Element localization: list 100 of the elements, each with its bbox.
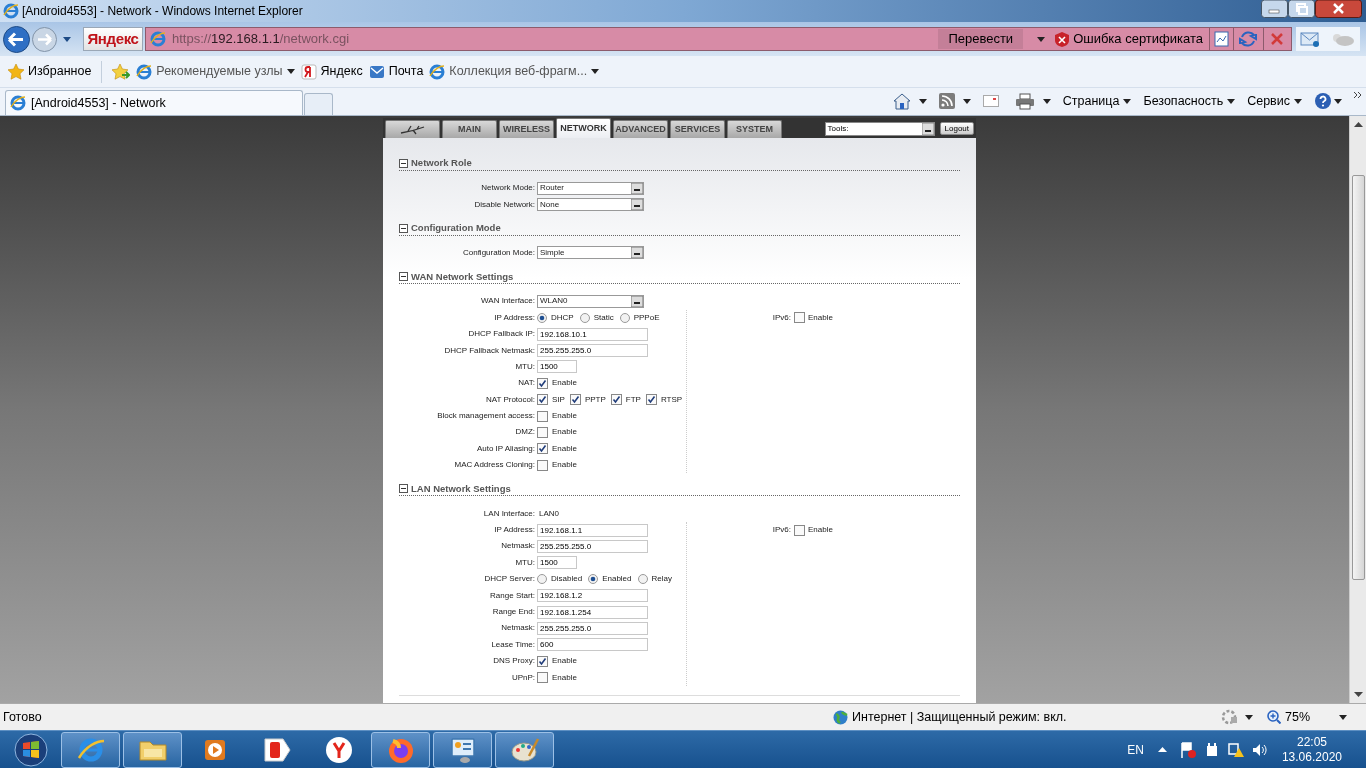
nav-tab[interactable]: MAIN <box>442 120 497 138</box>
checked-checkbox[interactable] <box>537 377 548 389</box>
field-label: Lease Time: <box>490 638 536 651</box>
scroll-thumb[interactable] <box>1351 175 1365 580</box>
checked-checkbox[interactable] <box>610 394 622 406</box>
zoom-button[interactable]: 75% <box>1267 707 1347 727</box>
favorites-item[interactable]: Рекомендуемые узлы <box>136 62 295 81</box>
caret-icon[interactable] <box>1037 36 1046 42</box>
caret-icon[interactable] <box>1339 714 1347 720</box>
caret-icon[interactable] <box>286 69 295 74</box>
certificate-error-link[interactable]: Ошибка сертификата <box>1073 29 1203 49</box>
radio-button[interactable] <box>637 574 648 585</box>
input-field[interactable]: 192.168.1.254 <box>537 605 648 619</box>
caret-icon[interactable] <box>63 36 71 42</box>
checkbox[interactable] <box>794 524 805 536</box>
input-field[interactable]: 255.255.255.0 <box>537 539 648 553</box>
checked-checkbox[interactable] <box>537 394 548 406</box>
select-field[interactable]: WLAN0 <box>537 294 644 308</box>
nav-tab[interactable]: SYSTEM <box>727 120 782 138</box>
chevron-icon[interactable] <box>1354 91 1362 99</box>
command-menu[interactable]: Страница <box>1062 91 1132 111</box>
caret-icon[interactable] <box>591 69 600 74</box>
address-field[interactable]: https://192.168.1.1/network.cgi Перевести Ошибка сертификата <box>145 27 1292 51</box>
checked-checkbox[interactable] <box>537 655 548 667</box>
favorites-item[interactable]: Почта <box>368 62 424 81</box>
add-favorite-icon[interactable] <box>112 63 131 80</box>
input-field[interactable]: 192.168.1.2 <box>537 589 648 603</box>
collapse-icon[interactable] <box>399 484 408 494</box>
radio-button[interactable] <box>579 312 590 323</box>
help-menu[interactable] <box>1314 92 1342 110</box>
input-field[interactable]: 1500 <box>537 556 577 570</box>
nav-tab[interactable]: ADVANCED <box>613 120 668 138</box>
favorites-item[interactable]: Яндекс <box>300 62 363 81</box>
scrollbar[interactable] <box>1349 116 1366 703</box>
caret-icon[interactable] <box>1294 98 1302 104</box>
search-engine-button[interactable]: Яндекс <box>83 27 143 51</box>
network-warning-icon[interactable] <box>1227 741 1244 758</box>
input-field[interactable]: 255.255.255.0 <box>537 344 648 358</box>
caret-icon[interactable] <box>1123 98 1132 104</box>
maximize-icon[interactable] <box>1288 0 1315 18</box>
tray-arrow-icon[interactable] <box>1157 747 1167 752</box>
checked-checkbox[interactable] <box>537 443 548 455</box>
selected-radio-button[interactable] <box>537 312 547 323</box>
caret-icon[interactable] <box>918 98 927 104</box>
checkbox[interactable] <box>537 672 548 684</box>
radio-button[interactable] <box>537 574 547 585</box>
scroll-down-icon[interactable] <box>1353 692 1363 697</box>
close-icon[interactable] <box>1315 0 1362 18</box>
tools-select[interactable]: Tools: <box>824 122 935 136</box>
language-indicator[interactable]: EN <box>1127 740 1144 759</box>
taskbar-button[interactable] <box>495 731 554 768</box>
flag-icon[interactable] <box>1179 741 1196 758</box>
select-field[interactable]: None <box>537 198 644 212</box>
nav-tab[interactable]: SERVICES <box>670 120 725 138</box>
browser-tab[interactable]: [Android4553] - Network <box>5 90 303 115</box>
selected-radio-button[interactable] <box>588 574 599 585</box>
radio-button[interactable] <box>619 312 630 323</box>
printer-icon[interactable] <box>1014 92 1035 110</box>
select-field[interactable]: Router <box>537 181 644 195</box>
caret-icon[interactable] <box>962 98 971 104</box>
back-icon[interactable] <box>2 24 31 54</box>
taskbar-button[interactable] <box>433 731 492 768</box>
logo-tab[interactable] <box>385 120 440 138</box>
nav-tab[interactable]: NETWORK <box>556 118 611 138</box>
checkbox[interactable] <box>537 410 548 422</box>
mail-icon[interactable] <box>1300 31 1320 47</box>
checked-checkbox[interactable] <box>645 394 657 406</box>
favorites-item[interactable]: Коллекция веб-фрагм... <box>429 62 600 81</box>
logout-button[interactable]: Logout <box>939 122 974 135</box>
feed-icon[interactable] <box>938 93 955 109</box>
checked-checkbox[interactable] <box>569 394 581 406</box>
input-field[interactable]: 192.168.1.1 <box>537 523 648 537</box>
clock[interactable]: 22:05 13.06.2020 <box>1281 734 1342 765</box>
caret-icon[interactable] <box>1227 98 1236 104</box>
scroll-up-icon[interactable] <box>1353 122 1363 127</box>
command-menu[interactable]: Сервис <box>1247 91 1302 111</box>
home-icon[interactable] <box>892 92 911 110</box>
taskbar-button[interactable] <box>123 731 182 768</box>
caret-icon[interactable] <box>1042 98 1051 104</box>
checkbox[interactable] <box>794 312 805 324</box>
input-field[interactable]: 255.255.255.0 <box>537 621 648 635</box>
checkbox[interactable] <box>537 459 548 471</box>
favorites-item[interactable]: Избранное <box>8 62 92 81</box>
taskbar-button[interactable] <box>61 731 120 768</box>
envelope-icon[interactable] <box>982 95 999 107</box>
collapse-icon[interactable] <box>399 159 408 168</box>
collapse-icon[interactable] <box>399 272 408 282</box>
checkbox[interactable] <box>537 427 548 438</box>
input-field[interactable]: 192.168.10.1 <box>537 327 648 341</box>
translate-button[interactable]: Перевести <box>938 29 1024 49</box>
input-field[interactable]: 600 <box>537 638 648 652</box>
select-field[interactable]: Simple <box>537 246 644 260</box>
caret-icon[interactable] <box>1245 714 1253 720</box>
minimize-icon[interactable] <box>1261 0 1288 18</box>
shield-icon[interactable] <box>1055 31 1070 47</box>
command-menu[interactable]: Безопасность <box>1143 91 1236 111</box>
caret-icon[interactable] <box>1334 98 1342 104</box>
nav-tab[interactable]: WIRELESS <box>499 120 554 138</box>
collapse-icon[interactable] <box>399 223 408 233</box>
input-field[interactable]: 1500 <box>537 360 577 374</box>
